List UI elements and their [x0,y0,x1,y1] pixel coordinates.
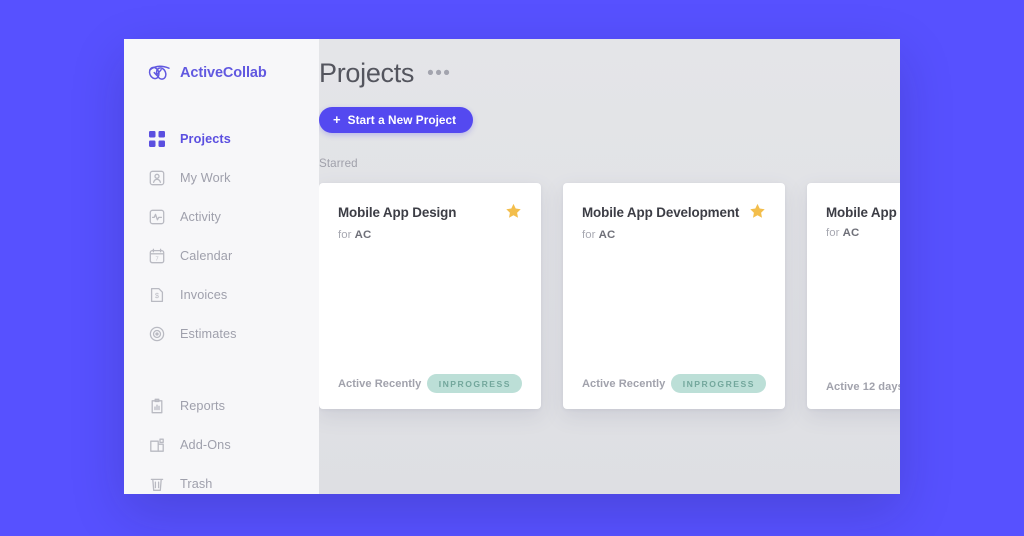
project-card-subject-prefix: for [826,227,840,239]
starred-section-label: Starred [319,157,358,170]
person-card-icon [148,169,165,186]
sidebar-item-label: Calendar [180,248,233,263]
sidebar-item-label: Add-Ons [180,437,231,452]
sidebar-item-estimates[interactable]: Estimates [124,314,319,353]
sidebar-item-trash[interactable]: Trash [124,464,319,494]
star-icon[interactable] [505,203,522,220]
brand-name: ActiveCollab [180,65,267,81]
sidebar-item-projects[interactable]: Projects [124,119,319,158]
sidebar-secondary-nav: Reports Add-Ons Trash [124,383,319,494]
sidebar-item-label: Activity [180,209,221,224]
project-card-footer: Active Recently INPROGRESS [338,374,522,393]
star-icon[interactable] [749,203,766,220]
project-card-subject: for AC [826,227,900,239]
status-badge: INPROGRESS [670,374,766,393]
clipboard-chart-icon [148,397,165,414]
dollar-doc-icon: $ [148,286,165,303]
pulse-icon [148,208,165,225]
project-card[interactable]: Mobile App Design for AC Active Recently… [319,183,541,409]
activecollab-logo-icon [146,62,172,84]
sidebar-item-label: Trash [180,476,213,491]
app-window: ActiveCollab Projects My Work Activity 7… [124,39,900,494]
status-badge: INPROGRESS [426,374,522,393]
project-card-title: Mobile App Development [582,205,740,220]
brand-logo[interactable]: ActiveCollab [124,56,319,90]
project-card-subject-prefix: for [582,229,596,241]
page-title: Projects [319,58,415,88]
sidebar-item-add-ons[interactable]: Add-Ons [124,425,319,464]
project-card[interactable]: Mobile App M for AC Active 12 days ag [807,183,900,409]
page-header: Projects ••• [319,39,900,89]
project-cards-row: Mobile App Design for AC Active Recently… [319,183,900,409]
project-card-subject: for AC [582,229,766,241]
sidebar-item-label: Invoices [180,287,228,302]
sidebar-divider-space [124,353,319,383]
project-card-title: Mobile App M [826,205,900,220]
start-new-project-button[interactable]: + Start a New Project [319,107,474,133]
sidebar-item-label: Estimates [180,326,237,341]
sidebar-item-activity[interactable]: Activity [124,197,319,236]
svg-text:7: 7 [155,256,158,262]
sidebar-item-label: Reports [180,398,226,413]
project-card-subject-value: AC [598,229,616,241]
project-card-footer: Active 12 days ag [826,381,900,393]
svg-text:$: $ [155,293,159,300]
project-card-subject-value: AC [354,229,372,241]
project-card-activity: Active Recently [338,377,422,390]
ellipsis-icon[interactable]: ••• [427,64,451,83]
screenshot-stage: ActiveCollab Projects My Work Activity 7… [0,0,1024,536]
plus-icon: + [333,112,341,127]
project-card-subject-value: AC [842,227,860,239]
sidebar-item-label: Projects [180,131,231,146]
main-content: Projects ••• + Start a New Project Starr… [319,39,900,494]
sidebar-item-my-work[interactable]: My Work [124,158,319,197]
sidebar-item-reports[interactable]: Reports [124,386,319,425]
project-card-header: Mobile App Design [338,203,522,222]
trash-icon [148,475,165,492]
sidebar-item-label: My Work [180,170,231,185]
project-card[interactable]: Mobile App Development for AC Active Rec… [563,183,785,409]
project-card-subject-prefix: for [338,229,352,241]
grid-icon [148,130,165,147]
project-card-header: Mobile App Development [582,203,766,222]
puzzle-block-icon [148,436,165,453]
sidebar: ActiveCollab Projects My Work Activity 7… [124,39,319,494]
project-card-activity: Active 12 days ag [826,381,900,393]
calendar-icon: 7 [148,247,165,264]
target-icon [148,325,165,342]
project-card-footer: Active Recently INPROGRESS [582,374,766,393]
sidebar-item-calendar[interactable]: 7 Calendar [124,236,319,275]
sidebar-item-invoices[interactable]: $ Invoices [124,275,319,314]
project-card-activity: Active Recently [582,377,666,390]
project-card-title: Mobile App Design [338,205,457,220]
sidebar-primary-nav: Projects My Work Activity 7 Calendar $ I… [124,116,319,353]
start-new-project-label: Start a New Project [347,113,457,127]
project-card-subject: for AC [338,229,522,241]
project-card-header: Mobile App M [826,205,900,220]
